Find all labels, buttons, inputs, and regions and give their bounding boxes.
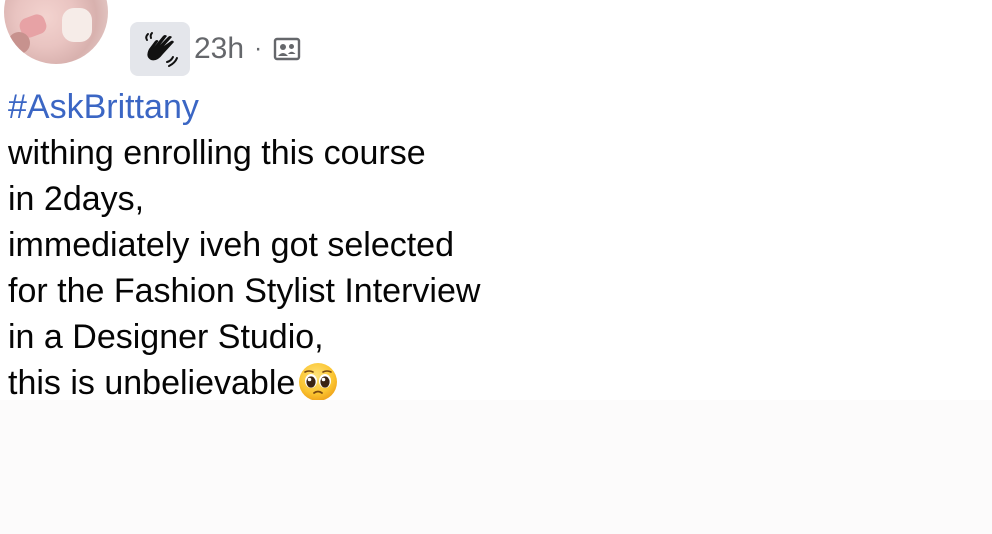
meta-separator: · <box>254 35 263 62</box>
friends-group-icon[interactable] <box>272 34 302 64</box>
post-footer-area <box>0 400 992 534</box>
pleading-face-emoji <box>299 363 338 401</box>
post-text-line: in 2days, <box>8 180 145 218</box>
post-card: 23h · #AskBrittany withing enrolling thi… <box>0 0 992 402</box>
hashtag-link[interactable]: #AskBrittany <box>8 84 948 130</box>
post-text-line: for the Fashion Stylist Interview <box>8 272 481 310</box>
post-text-line: immediately iveh got selected <box>8 226 455 264</box>
post-text-line: in a Designer Studio, <box>8 318 324 356</box>
avatar-detail <box>62 8 92 42</box>
avatar-detail <box>8 32 30 54</box>
author-avatar[interactable] <box>4 0 108 64</box>
post-timestamp[interactable]: 23h <box>194 34 244 64</box>
post-text-line: withing enrolling this course <box>8 134 426 172</box>
friends-group-icon-graphic <box>273 37 301 61</box>
waving-hand-icon <box>145 32 178 67</box>
post-meta: 23h · <box>130 22 302 76</box>
post-text-line: this is unbelievable <box>8 364 296 402</box>
post-content: #AskBrittany withing enrolling this cour… <box>8 84 948 406</box>
member-badge[interactable] <box>130 22 190 76</box>
